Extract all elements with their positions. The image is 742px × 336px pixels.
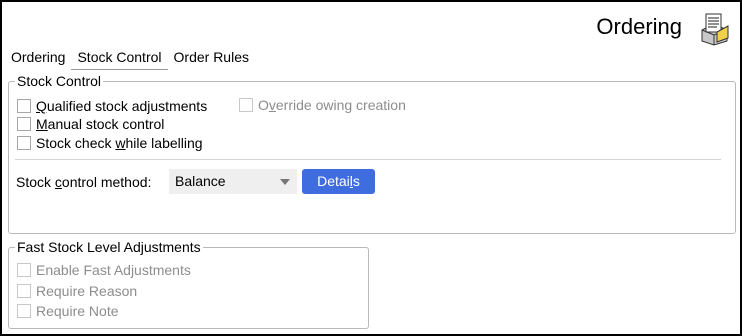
- tab-ordering[interactable]: Ordering: [8, 48, 68, 70]
- notebook-icon: [697, 12, 731, 46]
- checkbox-label: Override owing creation: [258, 97, 406, 113]
- page-title: Ordering: [596, 14, 682, 39]
- checkbox-label: Stock check while labelling: [36, 135, 203, 151]
- checkbox-label: Qualified stock adjustments: [36, 98, 208, 114]
- require-note-checkbox[interactable]: Require Note: [17, 302, 119, 320]
- details-button[interactable]: Details: [302, 169, 375, 194]
- divider: [15, 159, 721, 160]
- checkbox-box[interactable]: [17, 99, 31, 113]
- checkbox-box[interactable]: [17, 117, 31, 131]
- fast-stock-adjustments-group-title: Fast Stock Level Adjustments: [15, 238, 203, 256]
- tab-stock-control[interactable]: Stock Control: [71, 48, 168, 70]
- stock-control-method-select[interactable]: Balance: [169, 169, 297, 194]
- checkbox-box[interactable]: [17, 284, 31, 298]
- fast-stock-adjustments-group: Fast Stock Level Adjustments Enable Fast…: [8, 238, 369, 329]
- checkbox-box[interactable]: [239, 98, 253, 112]
- chevron-down-icon[interactable]: [280, 179, 290, 185]
- checkbox-label: Manual stock control: [36, 116, 165, 132]
- require-reason-checkbox[interactable]: Require Reason: [17, 282, 137, 300]
- tab-order-rules[interactable]: Order Rules: [171, 48, 252, 70]
- qualified-stock-adjustments-checkbox[interactable]: Qualified stock adjustments: [17, 97, 207, 115]
- stock-control-group: Stock Control Qualified stock adjustment…: [8, 72, 736, 234]
- enable-fast-adjustments-checkbox[interactable]: Enable Fast Adjustments: [17, 261, 191, 279]
- stock-control-group-title: Stock Control: [15, 72, 104, 90]
- checkbox-box[interactable]: [17, 136, 31, 150]
- checkbox-box[interactable]: [17, 263, 31, 277]
- stock-control-method-label: Stock control method:: [16, 174, 152, 190]
- override-owing-creation-checkbox[interactable]: Override owing creation: [239, 96, 406, 114]
- checkbox-box[interactable]: [17, 304, 31, 318]
- checkbox-label: Enable Fast Adjustments: [36, 262, 191, 278]
- manual-stock-control-checkbox[interactable]: Manual stock control: [17, 115, 164, 133]
- stock-check-while-labelling-checkbox[interactable]: Stock check while labelling: [17, 134, 203, 152]
- tab-bar: Ordering Stock Control Order Rules: [8, 48, 252, 70]
- checkbox-label: Require Reason: [36, 283, 138, 299]
- window-frame: Ordering Ordering Stock Control Order Ru…: [0, 0, 742, 336]
- select-value: Balance: [175, 173, 226, 189]
- checkbox-label: Require Note: [36, 303, 119, 319]
